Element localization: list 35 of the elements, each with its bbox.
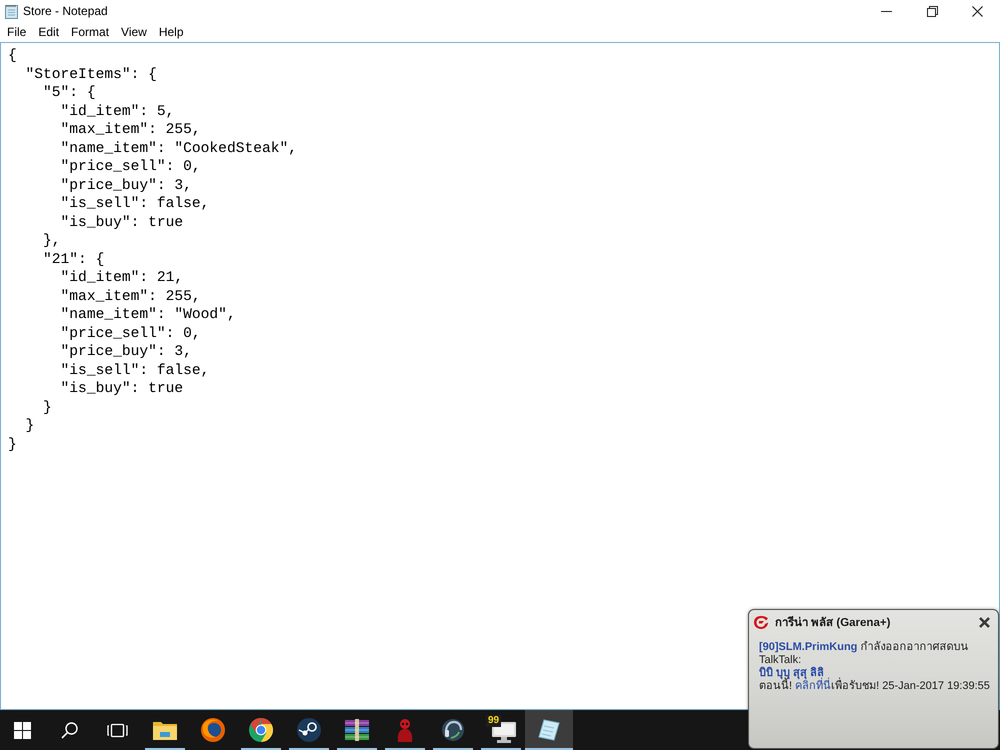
hooded-figure-icon [395, 718, 415, 742]
menu-item[interactable]: Help [152, 22, 190, 42]
menu-item[interactable]: File [1, 22, 32, 42]
taskbar-button[interactable]: 99 [477, 710, 525, 750]
restore-icon [926, 6, 938, 16]
notification-title: การีน่า พลัส (Garena+) [775, 616, 890, 630]
notification-message: ตอนนี้! คลิกที่นี่เพื่อรับชม! 25-Jan-2017 19:39:55 [759, 680, 990, 693]
close-button[interactable] [978, 616, 991, 629]
folder-icon [153, 720, 177, 740]
monitor-icon [492, 722, 516, 742]
close-icon [979, 617, 990, 628]
minimize-icon [880, 10, 892, 12]
globe-icon [201, 718, 225, 742]
menu-item[interactable]: Format [65, 22, 116, 42]
logo-icon [753, 615, 769, 630]
chrome-icon [249, 718, 273, 742]
menu-item[interactable]: Edit [32, 22, 66, 42]
steam-icon [297, 718, 321, 742]
close-icon [972, 6, 983, 16]
notification-message: [90]SLM.PrimKung กำลังออกอากาศสดบน TalkTalk: [759, 641, 970, 666]
task-view-icon [106, 722, 128, 738]
search-icon [60, 722, 78, 738]
menu-item[interactable]: View [115, 22, 153, 42]
notepad-icon [538, 719, 560, 741]
document-text: { "StoreItems": { "5": { "id_item": 5, "max_item": 255, "name_item": "CookedSteak", "price_sell": 0, "price_buy": 3, "is_sell": false, "is_buy": true }, "21": { "id_item": 21, "max_item": 255, "name_item": "Wood", "price_sell": 0, "price_buy": 3, "is_sell": false, "is_buy": true } } } [7, 47, 298, 454]
timestamp: 25-Jan-2017 19:39:55 [882, 680, 990, 692]
headset-icon [441, 718, 465, 742]
windows-logo-icon [14, 722, 31, 738]
window-title: Store - Notepad [23, 3, 108, 19]
badge-number: 99 [486, 715, 502, 727]
taskbar-button[interactable] [525, 710, 573, 750]
link[interactable]: คลิกที่นี่ [795, 680, 832, 692]
channel-name: บิบิ บุบุ สุสุ ลิลิ [759, 667, 824, 680]
notepad-icon [5, 4, 18, 18]
book-stack-icon [344, 719, 370, 741]
